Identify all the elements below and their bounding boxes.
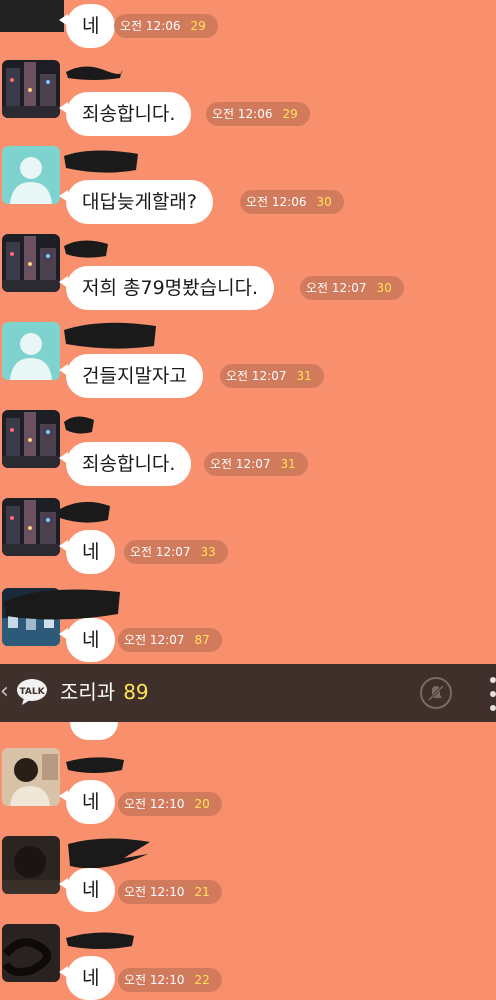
message-meta: 오전 12:10 22: [118, 968, 222, 992]
message-meta: 오전 12:10 21: [118, 880, 222, 904]
avatar[interactable]: [2, 498, 60, 556]
message-meta: 오전 12:07 33: [124, 540, 228, 564]
avatar[interactable]: [2, 146, 60, 204]
message-meta: 오전 12:07 30: [300, 276, 404, 300]
message-row: 저희 총79명봤습니다. 오전 12:07 30: [0, 230, 496, 316]
redacted-name: [4, 589, 120, 620]
message-bubble-partial: [70, 722, 118, 740]
message-bubble[interactable]: 네: [58, 956, 116, 1000]
message-time: 오전 12:07: [226, 369, 287, 383]
unread-count: 21: [194, 885, 210, 899]
redacted-name: [64, 322, 156, 349]
unread-count: 29: [282, 107, 298, 121]
message-time: 오전 12:07: [130, 545, 191, 559]
unread-count: 31: [296, 369, 312, 383]
unread-count: 20: [194, 797, 210, 811]
message-bubble[interactable]: 죄송합니다.: [58, 92, 192, 136]
message-row: 대답늦게할래? 오전 12:06 30: [0, 142, 496, 228]
message-bubble[interactable]: 대답늦게할래?: [59, 180, 213, 224]
redacted-name: [68, 838, 150, 869]
message-time: 오전 12:06: [120, 19, 181, 33]
unread-count: 30: [316, 195, 332, 209]
message-time: 오전 12:06: [212, 107, 273, 121]
redacted-name: [66, 757, 124, 773]
message-meta: 오전 12:10 20: [118, 792, 222, 816]
message-row: 죄송합니다. 오전 12:06 29: [0, 56, 496, 136]
message-meta: 오전 12:06 29: [206, 102, 310, 126]
message-row: 네 오전 12:10 21: [0, 834, 496, 914]
message-bubble[interactable]: 저희 총79명봤습니다.: [58, 266, 275, 310]
message-meta: 오전 12:06 29: [114, 14, 218, 38]
message-time: 오전 12:10: [124, 973, 185, 987]
message-meta: 오전 12:06 30: [240, 190, 344, 214]
message-row: 건들지말자고 오전 12:07 31: [0, 318, 496, 404]
unread-count: 33: [200, 545, 216, 559]
talk-icon-label: TALK: [19, 687, 45, 697]
message-time: 오전 12:07: [210, 457, 271, 471]
message-meta: 오전 12:07 31: [204, 452, 308, 476]
message-time: 오전 12:07: [124, 633, 185, 647]
message-bubble[interactable]: 네: [58, 4, 116, 48]
bell-off-icon[interactable]: [420, 677, 452, 709]
message-bubble[interactable]: 죄송합니다.: [58, 442, 192, 486]
redacted-name: [64, 416, 94, 434]
message-meta: 오전 12:07 87: [118, 628, 222, 652]
avatar[interactable]: [2, 748, 60, 806]
avatar[interactable]: [2, 410, 60, 468]
more-vertical-icon[interactable]: [488, 674, 496, 714]
chat-room-title[interactable]: 조리과 89: [60, 678, 149, 706]
redacted-name: [64, 240, 108, 258]
message-bubble[interactable]: 네: [58, 618, 116, 662]
unread-count: 29: [190, 19, 206, 33]
message-row: 네 오전 12:07 87: [0, 584, 496, 664]
message-meta: 오전 12:07 31: [220, 364, 324, 388]
avatar[interactable]: [2, 322, 60, 380]
redacted-name: [58, 501, 110, 523]
unread-count: 31: [280, 457, 296, 471]
chevron-left-icon[interactable]: ‹: [0, 679, 9, 704]
unread-count: 30: [376, 281, 392, 295]
redacted-name: [66, 932, 134, 949]
avatar[interactable]: [2, 234, 60, 292]
message-row: 네 오전 12:06 29: [0, 0, 496, 60]
message-time: 오전 12:10: [124, 797, 185, 811]
avatar[interactable]: [2, 60, 60, 118]
redacted-name: [64, 150, 138, 173]
message-row: 네 오전 12:10 20: [0, 746, 496, 826]
avatar[interactable]: [2, 836, 60, 894]
member-count: 89: [123, 680, 149, 704]
message-bubble[interactable]: 네: [58, 530, 116, 574]
chat-header-bar: ‹ TALK 조리과 89: [0, 664, 496, 722]
message-bubble[interactable]: 네: [58, 868, 116, 912]
message-row: 죄송합니다. 오전 12:07 31: [0, 406, 496, 492]
message-time: 오전 12:10: [124, 885, 185, 899]
message-time: 오전 12:06: [246, 195, 307, 209]
message-bubble[interactable]: 네: [58, 780, 116, 824]
message-bubble[interactable]: 건들지말자고: [59, 354, 203, 398]
message-row: 네 오전 12:10 22: [0, 922, 496, 1000]
message-row: 네 오전 12:07 33: [0, 494, 496, 580]
chat-room-name: 조리과: [60, 680, 116, 704]
unread-count: 87: [194, 633, 210, 647]
talk-icon: TALK: [17, 679, 47, 705]
unread-count: 22: [194, 973, 210, 987]
message-time: 오전 12:07: [306, 281, 367, 295]
avatar[interactable]: [2, 924, 60, 982]
redacted-name: [66, 66, 123, 80]
